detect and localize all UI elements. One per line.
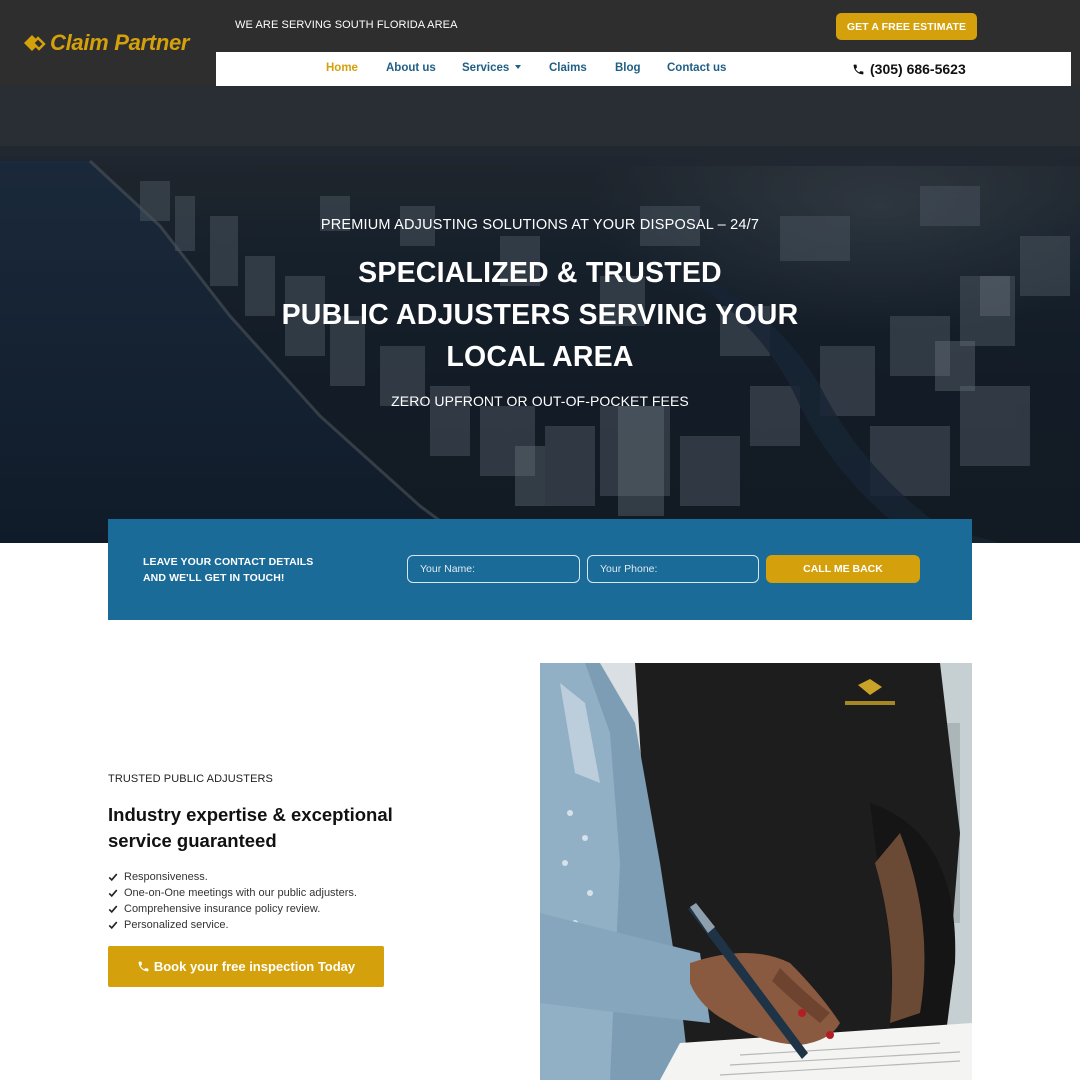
book-inspection-label: Book your free inspection Today bbox=[153, 959, 356, 974]
list-item: Comprehensive insurance policy review. bbox=[108, 901, 357, 917]
hero-subtitle: ZERO UPFRONT OR OUT-OF-POCKET FEES bbox=[391, 393, 689, 409]
header-phone-number: (305) 686-5623 bbox=[870, 61, 966, 77]
phone-icon bbox=[138, 961, 149, 972]
chevron-down-icon bbox=[515, 65, 522, 69]
nav-services[interactable]: Services bbox=[462, 62, 522, 74]
hero-kicker: PREMIUM ADJUSTING SOLUTIONS AT YOUR DISP… bbox=[320, 217, 760, 233]
nav-contact-us[interactable]: Contact us bbox=[667, 62, 726, 74]
free-estimate-button[interactable]: GET A FREE ESTIMATE bbox=[836, 13, 977, 40]
contact-prompt-line-2: AND WE'LL GET IN TOUCH! bbox=[143, 572, 285, 584]
photo-illustration bbox=[540, 663, 972, 1080]
header-phone[interactable]: (305) 686-5623 bbox=[852, 61, 966, 77]
check-icon bbox=[108, 873, 118, 882]
check-icon bbox=[108, 905, 118, 914]
site-header: Claim Partner WE ARE SERVING SOUTH FLORI… bbox=[0, 0, 1080, 86]
call-me-back-button[interactable]: CALL ME BACK bbox=[766, 555, 920, 583]
features-title: Industry expertise & exceptional service… bbox=[108, 804, 393, 851]
list-item-text: Personalized service. bbox=[124, 919, 229, 931]
nav-blog[interactable]: Blog bbox=[615, 62, 641, 74]
contact-prompt: LEAVE YOUR CONTACT DETAILS AND WE'LL GET… bbox=[143, 554, 313, 586]
phone-icon bbox=[853, 64, 864, 74]
nav-about-us[interactable]: About us bbox=[386, 62, 436, 74]
book-inspection-button[interactable]: Book your free inspection Today bbox=[108, 946, 384, 987]
list-item: One-on-One meetings with our public adju… bbox=[108, 885, 357, 901]
name-input[interactable]: Your Name: bbox=[407, 555, 580, 583]
phone-input[interactable]: Your Phone: bbox=[587, 555, 759, 583]
claim-partner-logo-icon bbox=[24, 35, 46, 51]
service-area-notice: WE ARE SERVING SOUTH FLORIDA AREA bbox=[235, 19, 458, 31]
list-item-text: Responsiveness. bbox=[124, 871, 208, 883]
check-icon bbox=[108, 889, 118, 898]
nav-services-label: Services bbox=[462, 62, 510, 74]
features-eyebrow: TRUSTED PUBLIC ADJUSTERS bbox=[108, 773, 273, 785]
hero-title-line-2: PUBLIC ADJUSTERS SERVING YOUR bbox=[281, 299, 799, 331]
check-icon bbox=[108, 921, 118, 930]
contact-prompt-line-1: LEAVE YOUR CONTACT DETAILS bbox=[143, 556, 314, 568]
signing-document-photo bbox=[540, 663, 972, 1080]
list-item-text: One-on-One meetings with our public adju… bbox=[124, 887, 357, 899]
nav-home[interactable]: Home bbox=[326, 62, 358, 74]
hero-title-line-1: SPECIALIZED & TRUSTED bbox=[358, 257, 722, 289]
list-item: Personalized service. bbox=[108, 917, 357, 933]
hero-title-line-3: LOCAL AREA bbox=[446, 341, 634, 373]
list-item-text: Comprehensive insurance policy review. bbox=[124, 903, 321, 915]
contact-callback-form: LEAVE YOUR CONTACT DETAILS AND WE'LL GET… bbox=[108, 519, 972, 620]
hero-section: PREMIUM ADJUSTING SOLUTIONS AT YOUR DISP… bbox=[0, 86, 1080, 543]
nav-claims[interactable]: Claims bbox=[549, 62, 587, 74]
main-nav: Home About us Services Claims Blog Conta… bbox=[216, 52, 1071, 86]
list-item: Responsiveness. bbox=[108, 869, 357, 885]
logo-text: Claim Partner bbox=[50, 30, 190, 55]
site-logo[interactable]: Claim Partner bbox=[22, 30, 189, 56]
features-list: Responsiveness. One-on-One meetings with… bbox=[108, 869, 357, 933]
hero-title: SPECIALIZED & TRUSTED PUBLIC ADJUSTERS S… bbox=[240, 252, 840, 378]
